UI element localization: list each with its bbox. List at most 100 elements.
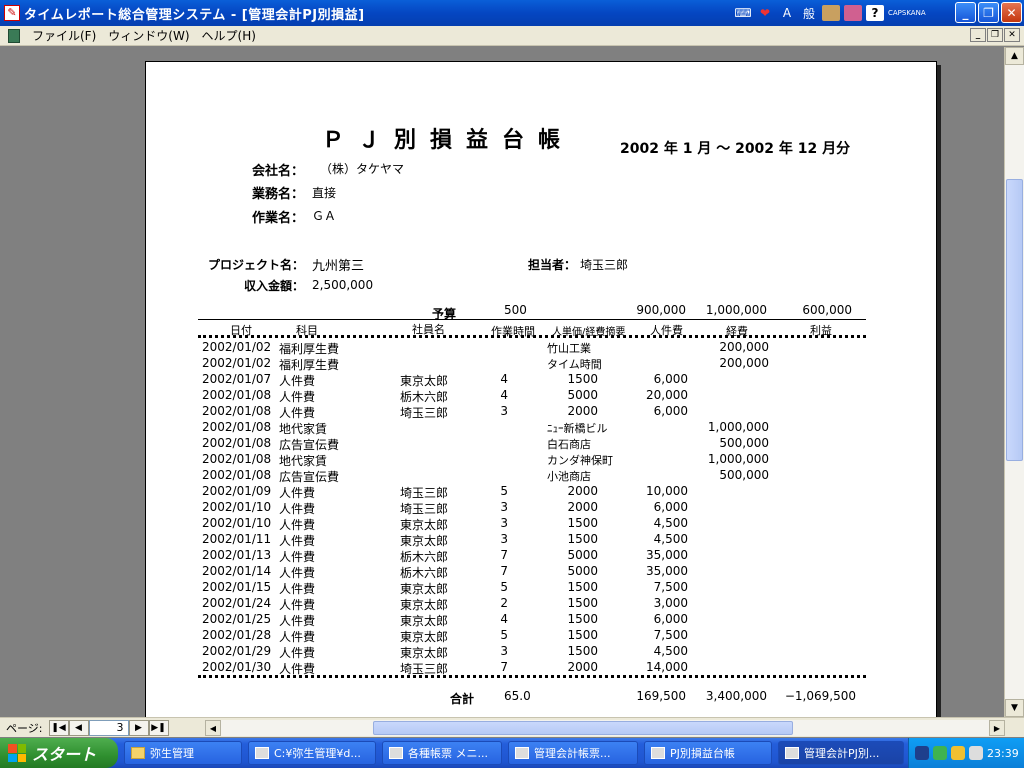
system-tray: 23:39 [908, 738, 1024, 768]
horizontal-scrollbar[interactable]: ◀ ▶ [205, 720, 1005, 736]
doc-restore-button[interactable]: ❐ [987, 28, 1003, 42]
business-label: 業務名： [251, 187, 304, 202]
scroll-up-icon[interactable]: ▲ [1005, 47, 1024, 65]
ime-mode[interactable]: A [778, 4, 796, 22]
cell-item: 人件費 [279, 374, 316, 388]
cell-rate: 2000 [567, 404, 598, 418]
cell-rate: カンダ神保町 [547, 454, 613, 467]
ime-pad-icon[interactable] [844, 5, 862, 21]
scroll-down-icon[interactable]: ▼ [1005, 699, 1024, 717]
cell-item: 広告宣伝費 [279, 438, 340, 452]
scroll-right-icon[interactable]: ▶ [989, 720, 1005, 736]
next-page-button[interactable]: ▶ [128, 719, 149, 736]
close-button[interactable]: ✕ [1001, 2, 1022, 23]
cell-rate: 5000 [567, 564, 598, 578]
cell-item: 人件費 [279, 646, 316, 660]
cell-hours: 4 [500, 388, 508, 402]
total-rule [198, 675, 866, 678]
document-icon[interactable] [8, 28, 20, 43]
menu-window[interactable]: ウィンドウ(W) [102, 27, 195, 44]
doc-close-button[interactable]: ✕ [1004, 28, 1020, 42]
taskbar-item[interactable]: 弥生管理 [124, 741, 242, 765]
budget-hours: 500 [504, 303, 527, 317]
vertical-scroll-thumb[interactable] [1006, 179, 1023, 461]
cell-date: 2002/01/14 [202, 564, 272, 578]
menu-file[interactable]: ファイル(F) [26, 27, 102, 44]
ime-input-mode[interactable]: 般 [800, 4, 818, 22]
windows-flag-icon [8, 744, 26, 762]
cell-labor: 4,500 [653, 532, 688, 546]
cell-item: 人件費 [279, 550, 316, 564]
tray-ime-icon[interactable] [951, 746, 965, 760]
report-period: 2002 年 1 月 ～ 2002 年 12 月分 [620, 141, 851, 157]
cell-labor: 20,000 [646, 388, 688, 402]
cell-item: 福利厚生費 [279, 342, 340, 356]
access-report-icon [785, 747, 799, 759]
cell-hours: 2 [500, 596, 508, 610]
taskbar-item-label: 管理会計帳票... [534, 747, 611, 760]
cell-rate: 1500 [567, 516, 598, 530]
taskbar-item[interactable]: C:¥弥生管理¥d... [248, 741, 376, 765]
taskbar-item[interactable]: PJ別損益台帳 [644, 741, 772, 765]
cell-hours: 3 [500, 404, 508, 418]
income-value: 2,500,000 [312, 278, 374, 292]
cell-item: 人件費 [279, 518, 316, 532]
ime-help-icon[interactable]: ? [866, 5, 884, 21]
header-rule [198, 335, 866, 338]
vertical-scrollbar[interactable]: ▲ ▼ [1004, 47, 1024, 717]
cell-labor: 7,500 [653, 580, 688, 594]
taskbar-item[interactable]: 各種帳票 メニ... [382, 741, 502, 765]
taskbar-item[interactable]: 管理会計帳票... [508, 741, 638, 765]
first-page-button[interactable]: ❚◀ [48, 719, 69, 736]
caps-kana-indicator: CAPS KANA [888, 4, 926, 22]
page-navigation-bar: ページ: ❚◀ ◀ 3 ▶ ▶❚ ◀ ▶ [0, 717, 1024, 737]
menu-help[interactable]: ヘルプ(H) [196, 27, 262, 44]
tray-network-icon[interactable] [933, 746, 947, 760]
ime-tools-icon[interactable] [822, 5, 840, 21]
cell-rate: 1500 [567, 372, 598, 386]
cell-date: 2002/01/02 [202, 340, 272, 354]
access-icon[interactable]: ✎ [4, 5, 20, 21]
cell-employee: 栃木六郎 [400, 390, 449, 404]
cell-item: 人件費 [279, 566, 316, 580]
cell-date: 2002/01/08 [202, 452, 272, 466]
ime-heart-icon[interactable]: ❤ [756, 4, 774, 22]
cell-date: 2002/01/24 [202, 596, 272, 610]
cell-employee: 東京太郎 [400, 598, 449, 612]
window-title: タイムレポート総合管理システム - [管理会計PJ別損益] [24, 7, 365, 23]
start-button[interactable]: スタート [0, 738, 118, 768]
cell-date: 2002/01/15 [202, 580, 272, 594]
ime-keyboard-icon[interactable]: ⌨ [734, 4, 752, 22]
business-value: 直接 [312, 186, 337, 200]
maximize-button[interactable]: ❐ [978, 2, 999, 23]
tray-volume-icon[interactable] [969, 746, 983, 760]
cell-labor: 4,500 [653, 644, 688, 658]
cell-hours: 3 [500, 532, 508, 546]
taskbar-item[interactable]: 管理会計PJ別... [778, 741, 904, 765]
report-title: ＰＪ別損益台帳 [322, 127, 575, 153]
table-row: 2002/01/10 人件費 埼玉三郎 3 2000 6,000 [146, 500, 938, 516]
cell-rate: 1500 [567, 532, 598, 546]
cell-labor: 6,000 [653, 612, 688, 626]
manager-value: 埼玉三郎 [580, 258, 629, 272]
prev-page-button[interactable]: ◀ [68, 719, 89, 736]
table-row: 2002/01/08 広告宣伝費 白石商店 500,000 [146, 436, 938, 452]
cell-labor: 3,000 [653, 596, 688, 610]
tray-arrow-icon[interactable] [915, 746, 929, 760]
table-row: 2002/01/02 福利厚生費 タイム時間 200,000 [146, 356, 938, 372]
last-page-button[interactable]: ▶❚ [148, 719, 169, 736]
cell-labor: 35,000 [646, 548, 688, 562]
taskbar-item-label: PJ別損益台帳 [670, 747, 735, 760]
cell-rate: 2000 [567, 660, 598, 674]
horizontal-scroll-thumb[interactable] [373, 721, 793, 735]
cell-rate: 1500 [567, 580, 598, 594]
minimize-button[interactable]: _ [955, 2, 976, 23]
cell-employee: 東京太郎 [400, 614, 449, 628]
doc-minimize-button[interactable]: _ [970, 28, 986, 42]
page-number-input[interactable]: 3 [88, 719, 129, 736]
cell-expense: 1,000,000 [707, 452, 769, 466]
cell-item: 人件費 [279, 502, 316, 516]
scroll-left-icon[interactable]: ◀ [205, 720, 221, 736]
cell-date: 2002/01/13 [202, 548, 272, 562]
cell-employee: 東京太郎 [400, 374, 449, 388]
